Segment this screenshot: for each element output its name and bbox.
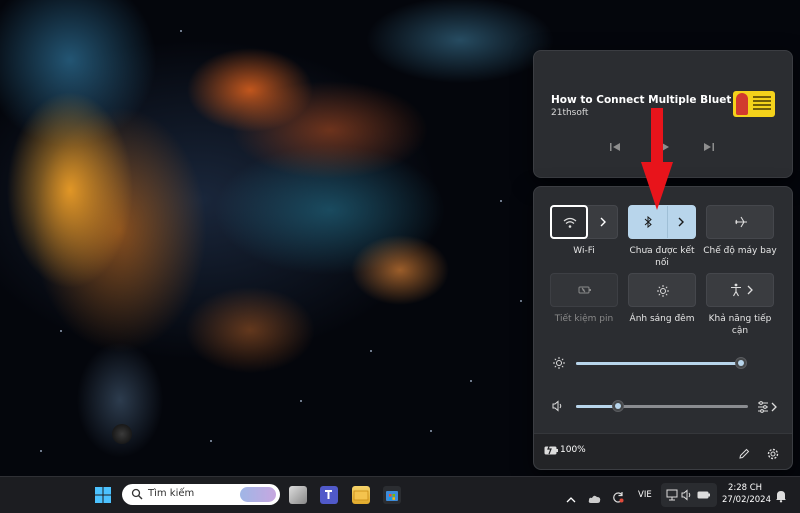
chevron-right-icon bbox=[600, 217, 606, 227]
media-title: How to Connect Multiple Bluetooth... bbox=[551, 94, 731, 106]
network-icon bbox=[666, 489, 678, 501]
planet-decoration bbox=[112, 424, 132, 444]
settings-icon bbox=[767, 448, 779, 460]
battery-charging-icon bbox=[544, 444, 558, 455]
next-track-icon bbox=[704, 143, 714, 151]
search-highlight-image bbox=[240, 487, 276, 502]
sync-icon bbox=[613, 492, 624, 503]
speaker-icon bbox=[552, 400, 562, 412]
audio-output-icon bbox=[758, 401, 777, 413]
start-button[interactable] bbox=[95, 487, 111, 503]
bluetooth-icon bbox=[644, 216, 652, 228]
accessibility-label: Khả năng tiếp cận bbox=[708, 314, 772, 336]
taskbar-clock[interactable]: 2:28 CH 27/02/2024 bbox=[722, 482, 771, 506]
previous-track-button[interactable] bbox=[608, 141, 622, 155]
battery-percentage: 100% bbox=[560, 445, 586, 455]
battery-saver-tile[interactable] bbox=[550, 273, 618, 307]
brightness-slider[interactable] bbox=[576, 355, 750, 371]
media-thumbnail bbox=[733, 91, 775, 117]
quick-settings-footer: 100% bbox=[534, 433, 792, 469]
battery-saver-label: Tiết kiệm pin bbox=[554, 314, 614, 324]
taskbar: Tìm kiếm VIE 2:28 CH 27/02/2024 bbox=[0, 476, 800, 513]
chevron-up-icon bbox=[566, 497, 576, 503]
quick-settings-tray-button[interactable] bbox=[661, 483, 717, 507]
cloud-icon bbox=[588, 495, 601, 503]
edit-quick-settings-button[interactable] bbox=[738, 445, 750, 459]
file-explorer-button[interactable] bbox=[352, 486, 370, 504]
bluetooth-label: Chưa được kết nối bbox=[629, 246, 695, 268]
volume-thumb[interactable] bbox=[612, 400, 624, 412]
battery-tray-icon bbox=[697, 491, 710, 499]
clock-date: 27/02/2024 bbox=[722, 495, 771, 505]
wifi-label: Wi-Fi bbox=[573, 246, 595, 256]
search-placeholder: Tìm kiếm bbox=[148, 488, 195, 499]
brightness-fill bbox=[576, 362, 740, 365]
search-icon bbox=[131, 488, 143, 500]
chevron-right-icon bbox=[678, 217, 684, 227]
wifi-icon bbox=[563, 217, 577, 228]
airplane-mode-label: Chế độ máy bay bbox=[703, 246, 777, 256]
accessibility-tile[interactable] bbox=[706, 273, 774, 307]
wifi-toggle[interactable] bbox=[550, 205, 588, 239]
wifi-tile bbox=[550, 205, 618, 239]
previous-track-icon bbox=[610, 143, 620, 151]
battery-saver-icon bbox=[578, 286, 591, 294]
volume-tray-icon bbox=[681, 489, 691, 501]
next-track-button[interactable] bbox=[702, 141, 716, 155]
accessibility-icon bbox=[731, 283, 741, 297]
settings-button[interactable] bbox=[767, 445, 779, 460]
annotation-arrow bbox=[641, 108, 673, 210]
volume-slider[interactable] bbox=[576, 398, 750, 414]
quick-settings-panel: Wi-Fi Chưa được kết nối Chế độ máy bay T… bbox=[533, 186, 793, 470]
bell-icon bbox=[776, 491, 786, 503]
brightness-icon bbox=[553, 357, 565, 369]
show-hidden-icons-button[interactable] bbox=[566, 490, 576, 503]
windows-logo-icon bbox=[95, 487, 111, 503]
night-light-label: Ánh sáng đêm bbox=[629, 314, 695, 324]
sync-tray-button[interactable] bbox=[612, 488, 624, 503]
task-view-button[interactable] bbox=[289, 486, 307, 504]
teams-button[interactable] bbox=[320, 486, 338, 504]
battery-status[interactable]: 100% bbox=[534, 434, 604, 469]
bluetooth-tile bbox=[628, 205, 696, 239]
media-source: 21thsoft bbox=[551, 108, 589, 118]
folder-icon bbox=[353, 490, 369, 501]
onedrive-tray-button[interactable] bbox=[588, 489, 602, 503]
edit-icon bbox=[739, 448, 750, 459]
store-button[interactable] bbox=[383, 486, 401, 504]
notifications-button[interactable] bbox=[775, 488, 787, 503]
taskbar-search-box[interactable]: Tìm kiếm bbox=[122, 484, 280, 505]
teams-icon bbox=[325, 490, 332, 499]
brightness-thumb[interactable] bbox=[735, 357, 747, 369]
chevron-right-icon bbox=[747, 285, 753, 295]
bluetooth-toggle[interactable] bbox=[629, 206, 667, 238]
airplane-mode-tile[interactable] bbox=[706, 205, 774, 239]
airplane-icon bbox=[735, 216, 747, 228]
clock-time: 2:28 CH bbox=[727, 483, 763, 493]
store-icon bbox=[386, 491, 398, 501]
input-language[interactable]: VIE bbox=[638, 490, 652, 500]
night-light-icon bbox=[657, 285, 669, 297]
audio-output-button[interactable] bbox=[757, 399, 779, 413]
night-light-tile[interactable] bbox=[628, 273, 696, 307]
